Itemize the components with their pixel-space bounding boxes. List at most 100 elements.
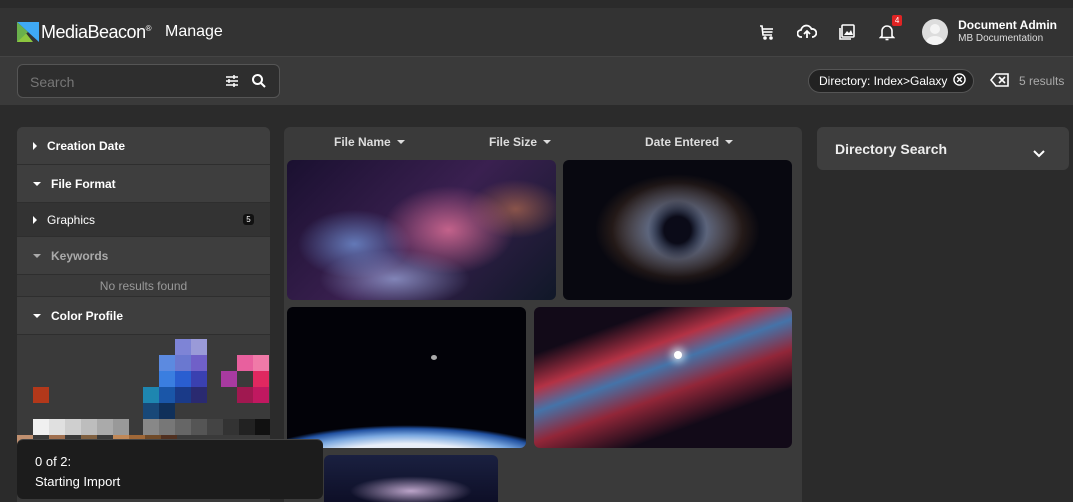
asset-thumbnail[interactable]	[324, 455, 498, 502]
top-bar: MediaBeacon® Manage 4 Document Admin MB …	[0, 8, 1073, 56]
filter-chip-label: Directory: Index>Galaxy	[819, 74, 948, 88]
chevron-down-icon	[725, 140, 734, 144]
lightbox-icon[interactable]	[836, 21, 858, 43]
color-swatch[interactable]	[191, 371, 207, 387]
facet-label: Creation Date	[47, 138, 126, 153]
color-swatch[interactable]	[159, 387, 175, 403]
color-swatch[interactable]	[223, 419, 239, 435]
facet-keywords[interactable]: Keywords	[17, 237, 270, 275]
asset-thumbnail[interactable]	[287, 160, 556, 300]
color-swatch[interactable]	[97, 419, 113, 435]
filter-sliders-icon[interactable]	[224, 73, 240, 94]
color-swatch[interactable]	[191, 355, 207, 371]
user-org: MB Documentation	[958, 33, 1044, 44]
import-status-text: Starting Import	[35, 474, 121, 489]
color-swatch[interactable]	[143, 387, 159, 403]
column-label: File Name	[334, 135, 391, 149]
chevron-down-icon[interactable]	[1033, 145, 1045, 161]
facet-color-profile[interactable]: Color Profile	[17, 297, 270, 335]
color-swatch[interactable]	[207, 419, 223, 435]
color-swatch[interactable]	[237, 355, 253, 371]
facet-label: Keywords	[51, 248, 109, 263]
color-swatch[interactable]	[81, 419, 97, 435]
facet-creation-date[interactable]: Creation Date	[17, 127, 270, 165]
user-avatar-icon	[926, 24, 945, 45]
caret-down-icon	[33, 313, 41, 318]
facet-label: File Format	[51, 176, 116, 191]
bell-icon[interactable]: 4	[876, 15, 903, 43]
color-swatch[interactable]	[253, 355, 269, 371]
sort-file-name[interactable]: File Name	[334, 135, 405, 149]
clear-filters-icon[interactable]	[989, 72, 1010, 93]
user-name: Document Admin	[958, 18, 1057, 32]
color-swatch[interactable]	[143, 419, 159, 435]
import-progress-count: 0 of 2:	[35, 454, 72, 469]
color-swatch[interactable]	[159, 419, 175, 435]
caret-down-icon	[33, 181, 41, 186]
star-graphic	[674, 351, 682, 359]
sort-date-entered[interactable]: Date Entered	[645, 135, 734, 149]
color-swatch[interactable]	[143, 403, 159, 419]
mediabeacon-logo-icon	[17, 22, 39, 42]
facet-file-format[interactable]: File Format	[17, 165, 270, 203]
color-swatch[interactable]	[175, 387, 191, 403]
color-swatch[interactable]	[175, 419, 191, 435]
color-swatch[interactable]	[33, 387, 49, 403]
facet-label: Graphics	[47, 212, 96, 227]
color-swatch[interactable]	[159, 403, 175, 419]
facet-count-badge: 5	[243, 214, 254, 225]
facet-graphics[interactable]: Graphics 5	[17, 203, 270, 237]
facet-label: Color Profile	[51, 308, 124, 323]
caret-down-icon	[33, 253, 41, 258]
color-swatch[interactable]	[191, 419, 207, 435]
no-results-text: No results found	[17, 275, 270, 297]
color-swatch[interactable]	[191, 387, 207, 403]
color-swatch[interactable]	[191, 339, 207, 355]
results-count: 5 results	[1019, 74, 1065, 88]
section-title: Manage	[164, 23, 223, 40]
color-swatch[interactable]	[175, 339, 191, 355]
cart-icon[interactable]	[756, 21, 778, 43]
logo[interactable]: MediaBeacon®	[17, 21, 152, 43]
color-swatch[interactable]	[237, 387, 253, 403]
moon-graphic	[431, 355, 437, 360]
avatar[interactable]	[922, 19, 949, 45]
sort-file-size[interactable]: File Size	[489, 135, 552, 149]
color-swatch[interactable]	[239, 419, 255, 435]
directory-search-panel[interactable]: Directory Search	[817, 127, 1069, 170]
color-swatch[interactable]	[253, 371, 269, 387]
directory-filter-chip[interactable]: Directory: Index>Galaxy	[808, 69, 974, 93]
color-swatch[interactable]	[49, 419, 65, 435]
asset-thumbnail[interactable]	[563, 160, 792, 300]
column-label: File Size	[489, 135, 538, 149]
color-swatch[interactable]	[175, 371, 191, 387]
close-circle-icon[interactable]	[953, 73, 967, 89]
caret-right-icon	[33, 141, 37, 150]
search-placeholder: Search	[30, 74, 75, 90]
color-swatch[interactable]	[253, 387, 269, 403]
search-input[interactable]: Search	[17, 64, 280, 98]
color-swatch[interactable]	[221, 371, 237, 387]
chevron-down-icon	[543, 140, 552, 144]
asset-thumbnail[interactable]	[534, 307, 792, 448]
chevron-down-icon	[396, 140, 405, 144]
results-grid: File Name File Size Date Entered	[284, 127, 802, 502]
notification-badge: 4	[892, 15, 903, 26]
color-swatch[interactable]	[159, 371, 175, 387]
color-swatch[interactable]	[33, 419, 49, 435]
column-label: Date Entered	[645, 135, 720, 149]
color-swatch[interactable]	[175, 355, 191, 371]
color-swatch[interactable]	[255, 419, 270, 435]
color-swatch[interactable]	[65, 419, 81, 435]
import-progress-toast: 0 of 2: Starting Import	[17, 439, 323, 499]
color-swatch[interactable]	[113, 419, 129, 435]
brand-name: MediaBeacon®	[41, 21, 152, 42]
color-swatch[interactable]	[159, 355, 175, 371]
search-icon[interactable]	[251, 73, 267, 94]
directory-search-label: Directory Search	[835, 140, 948, 157]
caret-right-icon	[33, 215, 37, 224]
asset-thumbnail[interactable]	[287, 307, 526, 448]
upload-cloud-icon[interactable]	[796, 21, 818, 43]
search-bar: Search Directory: Index>Galaxy 5 results	[0, 57, 1073, 105]
user-menu[interactable]: Document Admin MB Documentation	[958, 19, 1057, 45]
